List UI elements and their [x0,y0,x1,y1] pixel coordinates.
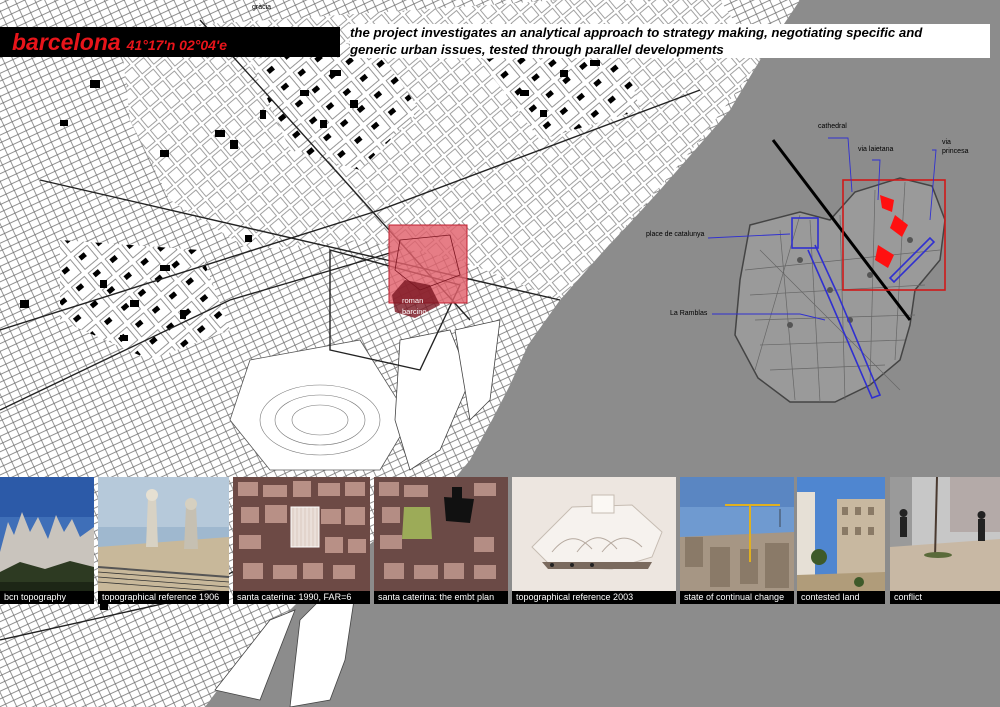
photo-caption: topographical reference 2003 [512,591,676,604]
street-photo-icon [890,477,1000,604]
rooftop-photo-icon [98,477,229,604]
mountain-photo-icon [0,477,94,604]
photo-conflict[interactable]: conflict [890,477,1000,604]
description-line-2: generic urban issues, tested through par… [350,42,724,57]
coordinates: 41°17'n 02°04'e [126,37,228,53]
photo-topographical-reference-1906[interactable]: topographical reference 1906 [98,477,229,604]
old-town-inset-map [707,137,946,403]
map-label-roman: roman [402,296,424,305]
description-line-1: the project investigates an analytical a… [350,25,923,40]
vacant-lot-photo-icon [797,477,885,604]
photo-caption: contested land [797,591,885,604]
label-cathedral: cathedral [818,123,847,130]
photo-caption: state of continual change [680,591,794,604]
photo-santa-caterina-embt-plan[interactable]: santa caterina: the embt plan [374,477,508,604]
photo-bcn-topography[interactable]: bcn topography [0,477,94,604]
label-via-princesa: via [942,139,951,146]
title-bar: barcelona 41°17'n 02°04'e [0,27,340,57]
aerial-photo-icon [233,477,370,604]
photo-state-of-continual-change[interactable]: state of continual change [680,477,794,604]
photo-caption: conflict [890,591,1000,604]
photo-caption: santa caterina: 1990, FAR=6 [233,591,370,604]
photo-caption: bcn topography [0,591,94,604]
model-photo-icon [512,477,676,604]
photo-caption: topographical reference 1906 [98,591,229,604]
photo-strip: bcn topography topographical reference 1… [0,477,1000,604]
photo-contested-land[interactable]: contested land [797,477,885,604]
label-via-laietana: via laietana [858,146,894,153]
label-placa-catalunya: place de catalunya [646,231,705,238]
aerial-plan-photo-icon [374,477,508,604]
project-description: the project investigates an analytical a… [350,24,990,58]
label-via-princesa-2: princesa [942,148,969,155]
photo-caption: santa caterina: the embt plan [374,591,508,604]
label-la-ramblas: La Ramblas [670,310,708,317]
page-title: barcelona [12,29,121,55]
crane-photo-icon [680,477,794,604]
map-label-barcino: barcino [402,307,427,316]
photo-santa-caterina-1990[interactable]: santa caterina: 1990, FAR=6 [233,477,370,604]
map-label-gracia: gràcia [252,4,272,11]
photo-topographical-reference-2003[interactable]: topographical reference 2003 [512,477,676,604]
